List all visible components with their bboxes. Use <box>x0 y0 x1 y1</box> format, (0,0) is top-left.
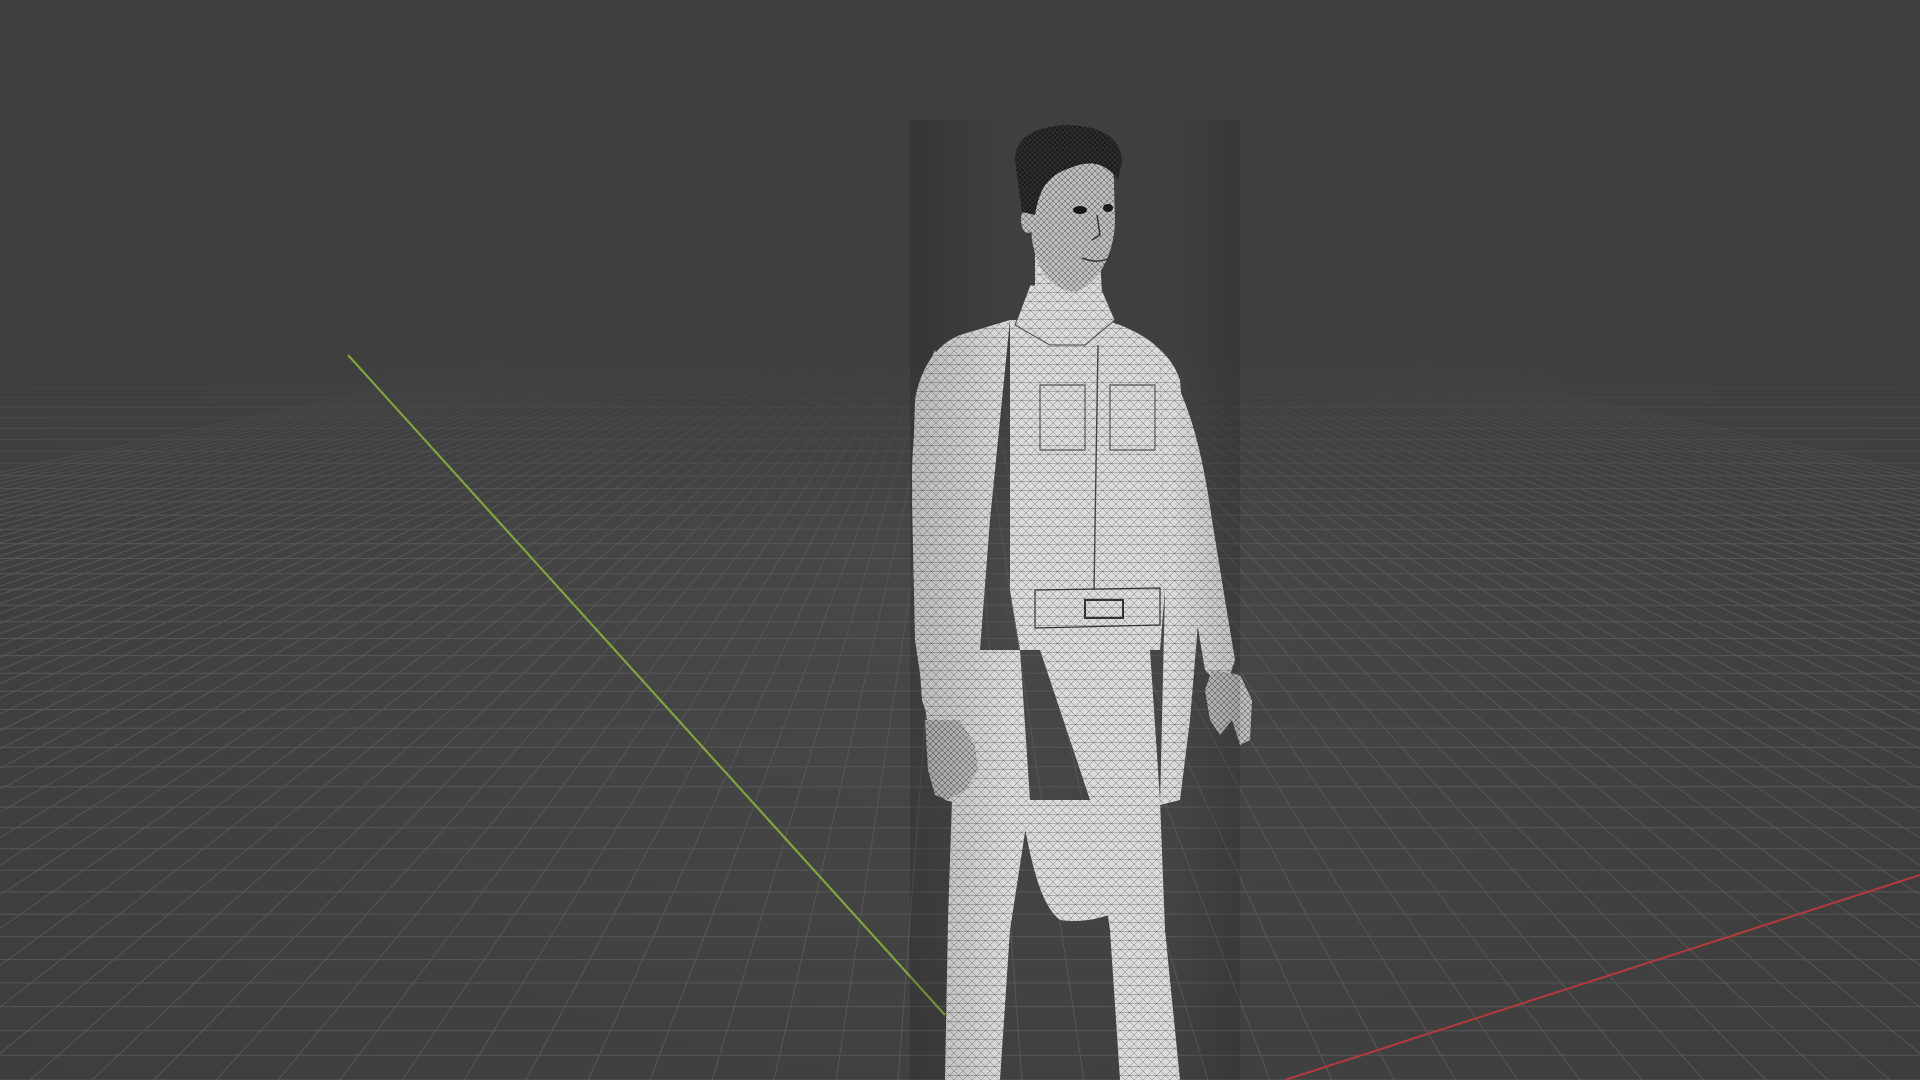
character-mesh[interactable] <box>910 120 1252 1080</box>
viewport-canvas[interactable] <box>0 0 1920 1080</box>
3d-viewport[interactable] <box>0 0 1920 1080</box>
model-shading <box>910 120 1240 1080</box>
